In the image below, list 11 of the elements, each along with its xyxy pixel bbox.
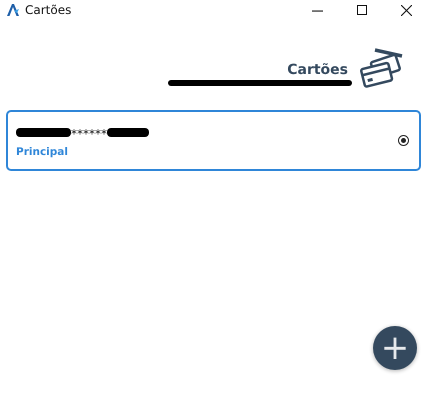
page-title: Cartões — [287, 62, 348, 78]
window-title: Cartões — [25, 3, 72, 17]
card-item[interactable]: ****** Principal — [6, 110, 421, 171]
app-logo-icon — [6, 3, 20, 17]
radio-button[interactable] — [398, 135, 409, 146]
add-button[interactable]: + — [373, 326, 417, 370]
close-icon[interactable] — [401, 4, 412, 16]
card-number: ****** — [71, 127, 107, 141]
maximize-icon[interactable] — [357, 5, 367, 15]
credit-cards-icon — [360, 48, 404, 88]
card-label: Principal — [16, 146, 69, 158]
